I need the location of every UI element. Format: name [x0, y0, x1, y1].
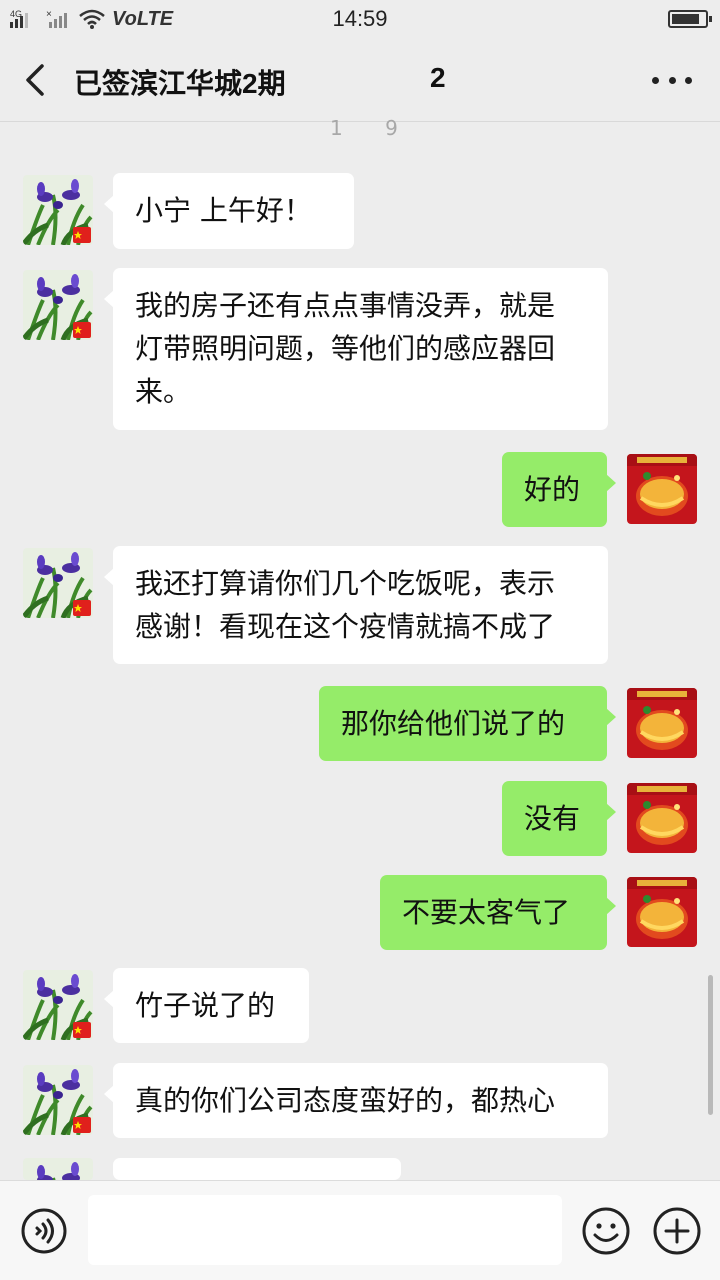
more-dots-icon: [685, 76, 692, 84]
emoji-button[interactable]: [580, 1205, 632, 1257]
message-text: 我的房子还有点点事情没弄，就是: [135, 289, 556, 322]
battery-icon: [668, 10, 712, 28]
self-avatar[interactable]: [627, 454, 697, 524]
back-button[interactable]: [18, 58, 58, 102]
contact-avatar[interactable]: [23, 175, 93, 245]
message-text: 真的你们公司态度蛮好的，都热心: [135, 1084, 556, 1117]
status-bar: 4G × VoLTE 14:59: [0, 0, 720, 38]
chat-header: 已签滨江华城2期 2: [0, 38, 720, 122]
self-avatar[interactable]: [627, 783, 697, 853]
more-dots-icon: [668, 76, 676, 84]
status-time: 14:59: [332, 6, 388, 31]
message-text: 灯带照明问题，等他们的感应器回: [135, 332, 556, 365]
voice-button[interactable]: [20, 1207, 68, 1255]
self-avatar[interactable]: [627, 688, 697, 758]
message-text: 没有: [524, 802, 581, 835]
time-divider: 1 9: [330, 116, 416, 140]
chat-title: 已签滨江华城2期: [74, 68, 286, 99]
contact-avatar[interactable]: [23, 1158, 93, 1180]
battery-fill: [672, 14, 699, 24]
message-text: 我还打算请你们几个吃饭呢，表示: [135, 567, 556, 600]
message-bubble[interactable]: 那你给他们说了的: [319, 686, 616, 761]
contact-avatar[interactable]: [23, 548, 93, 618]
scrollbar[interactable]: [708, 975, 713, 1115]
plus-button[interactable]: [651, 1205, 703, 1257]
message-bubble[interactable]: 小宁 上午好！: [104, 173, 354, 249]
message-bubble[interactable]: [104, 1158, 401, 1198]
more-dots-icon: [652, 76, 659, 84]
title-redaction: [305, 60, 423, 100]
message-text: 感谢！看现在这个疫情就搞不成了: [135, 610, 556, 643]
emoji-icon: [582, 1207, 630, 1255]
message-text: 好的: [524, 473, 581, 506]
voice-icon: [21, 1208, 67, 1254]
message-bubble[interactable]: 真的你们公司态度蛮好的，都热心: [104, 1063, 608, 1138]
contact-avatar[interactable]: [23, 270, 93, 340]
message-input[interactable]: [88, 1195, 562, 1265]
message-bubble[interactable]: 不要太客气了: [380, 875, 616, 950]
message-bubble[interactable]: 没有: [502, 781, 616, 856]
contact-avatar[interactable]: [23, 1065, 93, 1135]
message-text: 那你给他们说了的: [341, 707, 566, 740]
plus-icon: [653, 1207, 701, 1255]
message-bubble[interactable]: 我还打算请你们几个吃饭呢，表示 感谢！看现在这个疫情就搞不成了: [104, 546, 608, 664]
contact-avatar[interactable]: [23, 970, 93, 1040]
message-text: 不要太客气了: [402, 896, 571, 929]
message-text: 竹子说了的: [135, 989, 276, 1022]
message-text: 来。: [135, 375, 192, 408]
message-bubble[interactable]: 我的房子还有点点事情没弄，就是 灯带照明问题，等他们的感应器回 来。: [104, 268, 608, 430]
chevron-left-icon: [26, 64, 44, 96]
input-bar: [0, 1180, 720, 1280]
message-bubble[interactable]: 好的: [502, 452, 616, 527]
message-bubble[interactable]: 竹子说了的: [104, 968, 309, 1043]
self-avatar[interactable]: [627, 877, 697, 947]
message-text: 小宁 上午好！: [135, 194, 312, 227]
more-button[interactable]: [652, 66, 692, 94]
chat-title-suffix: 2: [430, 62, 446, 93]
